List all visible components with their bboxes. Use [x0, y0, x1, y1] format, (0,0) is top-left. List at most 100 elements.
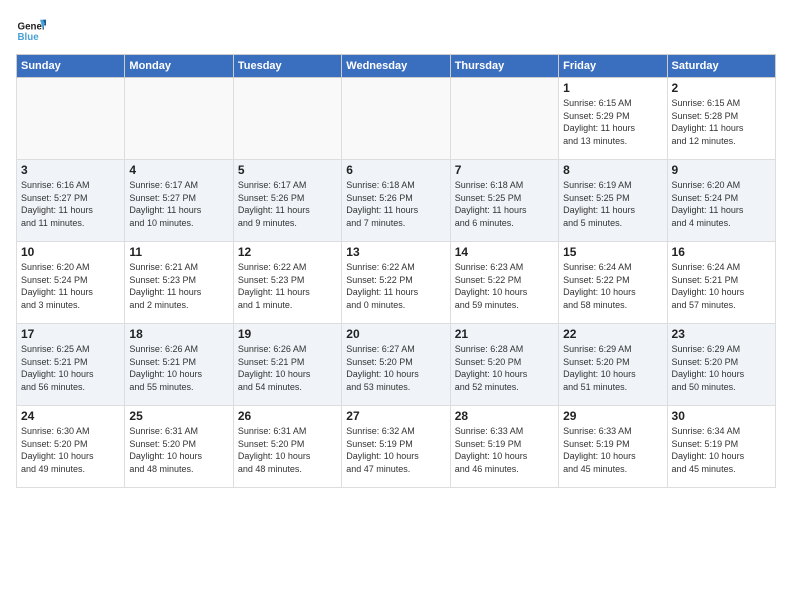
day-number: 1 [563, 81, 662, 95]
header: General Blue [16, 16, 776, 46]
day-cell-27: 27Sunrise: 6:32 AM Sunset: 5:19 PM Dayli… [342, 406, 450, 488]
day-number: 20 [346, 327, 445, 341]
day-info: Sunrise: 6:17 AM Sunset: 5:26 PM Dayligh… [238, 179, 337, 229]
day-cell-15: 15 Sunrise: 6:24 AM Sunset: 5:22 PM Dayli… [559, 242, 667, 324]
day-number: 22 [563, 327, 662, 341]
day-info: Sunrise: 6:20 AM Sunset: 5:24 PM Dayligh… [672, 179, 771, 229]
weekday-header-wednesday: Wednesday [342, 55, 450, 78]
svg-text:Blue: Blue [18, 32, 40, 43]
day-number: 13 [346, 245, 445, 259]
weekday-header-row: SundayMondayTuesdayWednesdayThursdayFrid… [17, 55, 776, 78]
day-cell-7: 7 Sunrise: 6:18 AM Sunset: 5:25 PM Daylig… [450, 160, 558, 242]
day-number: 27 [346, 409, 445, 423]
day-cell-9: 9 Sunrise: 6:20 AM Sunset: 5:24 PM Daylig… [667, 160, 775, 242]
weekday-header-saturday: Saturday [667, 55, 775, 78]
day-cell-11: 11 Sunrise: 6:21 AM Sunset: 5:23 PM Dayli… [125, 242, 233, 324]
day-info: Sunrise: 6:15 AM Sunset: 5:28 PM Dayligh… [672, 97, 771, 147]
day-number: 25 [129, 409, 228, 423]
weekday-header-sunday: Sunday [17, 55, 125, 78]
day-info: Sunrise: 6:28 AM Sunset: 5:20 PM Dayligh… [455, 343, 554, 393]
day-number: 14 [455, 245, 554, 259]
day-cell-17: 17Sunrise: 6:25 AM Sunset: 5:21 PM Dayli… [17, 324, 125, 406]
day-number: 5 [238, 163, 337, 177]
day-info: Sunrise: 6:22 AM Sunset: 5:23 PM Dayligh… [238, 261, 337, 311]
day-number: 16 [672, 245, 771, 259]
week-row-3: 10Sunrise: 6:20 AM Sunset: 5:24 PM Dayli… [17, 242, 776, 324]
day-info: Sunrise: 6:31 AM Sunset: 5:20 PM Dayligh… [129, 425, 228, 475]
empty-cell [125, 78, 233, 160]
day-number: 8 [563, 163, 662, 177]
day-cell-30: 30 Sunrise: 6:34 AM Sunset: 5:19 PM Dayli… [667, 406, 775, 488]
day-number: 17 [21, 327, 120, 341]
day-info: Sunrise: 6:33 AM Sunset: 5:19 PM Dayligh… [563, 425, 662, 475]
day-number: 21 [455, 327, 554, 341]
day-number: 4 [129, 163, 228, 177]
day-cell-10: 10Sunrise: 6:20 AM Sunset: 5:24 PM Dayli… [17, 242, 125, 324]
day-cell-5: 5 Sunrise: 6:17 AM Sunset: 5:26 PM Daylig… [233, 160, 341, 242]
day-number: 18 [129, 327, 228, 341]
day-number: 28 [455, 409, 554, 423]
day-info: Sunrise: 6:34 AM Sunset: 5:19 PM Dayligh… [672, 425, 771, 475]
day-number: 11 [129, 245, 228, 259]
day-cell-23: 23 Sunrise: 6:29 AM Sunset: 5:20 PM Dayli… [667, 324, 775, 406]
day-cell-1: 1 Sunrise: 6:15 AM Sunset: 5:29 PM Daylig… [559, 78, 667, 160]
week-row-4: 17Sunrise: 6:25 AM Sunset: 5:21 PM Dayli… [17, 324, 776, 406]
calendar-page: General Blue SundayMondayTuesdayWednesda… [0, 0, 792, 612]
day-cell-3: 3Sunrise: 6:16 AM Sunset: 5:27 PM Daylig… [17, 160, 125, 242]
empty-cell [342, 78, 450, 160]
day-cell-21: 21 Sunrise: 6:28 AM Sunset: 5:20 PM Dayli… [450, 324, 558, 406]
day-cell-19: 19 Sunrise: 6:26 AM Sunset: 5:21 PM Dayli… [233, 324, 341, 406]
day-cell-25: 25 Sunrise: 6:31 AM Sunset: 5:20 PM Dayli… [125, 406, 233, 488]
day-cell-2: 2 Sunrise: 6:15 AM Sunset: 5:28 PM Daylig… [667, 78, 775, 160]
week-row-5: 24 Sunrise: 6:30 AM Sunset: 5:20 PM Dayli… [17, 406, 776, 488]
weekday-header-thursday: Thursday [450, 55, 558, 78]
day-cell-22: 22 Sunrise: 6:29 AM Sunset: 5:20 PM Dayli… [559, 324, 667, 406]
day-info: Sunrise: 6:23 AM Sunset: 5:22 PM Dayligh… [455, 261, 554, 311]
day-number: 23 [672, 327, 771, 341]
day-info: Sunrise: 6:30 AM Sunset: 5:20 PM Dayligh… [21, 425, 120, 475]
logo: General Blue [16, 16, 46, 46]
day-number: 9 [672, 163, 771, 177]
day-info: Sunrise: 6:19 AM Sunset: 5:25 PM Dayligh… [563, 179, 662, 229]
weekday-header-tuesday: Tuesday [233, 55, 341, 78]
day-number: 12 [238, 245, 337, 259]
weekday-header-monday: Monday [125, 55, 233, 78]
day-info: Sunrise: 6:26 AM Sunset: 5:21 PM Dayligh… [129, 343, 228, 393]
day-cell-29: 29 Sunrise: 6:33 AM Sunset: 5:19 PM Dayli… [559, 406, 667, 488]
day-number: 19 [238, 327, 337, 341]
day-cell-28: 28Sunrise: 6:33 AM Sunset: 5:19 PM Dayli… [450, 406, 558, 488]
day-info: Sunrise: 6:24 AM Sunset: 5:21 PM Dayligh… [672, 261, 771, 311]
week-row-1: 1 Sunrise: 6:15 AM Sunset: 5:29 PM Daylig… [17, 78, 776, 160]
day-info: Sunrise: 6:15 AM Sunset: 5:29 PM Dayligh… [563, 97, 662, 147]
day-info: Sunrise: 6:18 AM Sunset: 5:26 PM Dayligh… [346, 179, 445, 229]
day-info: Sunrise: 6:24 AM Sunset: 5:22 PM Dayligh… [563, 261, 662, 311]
day-cell-8: 8 Sunrise: 6:19 AM Sunset: 5:25 PM Daylig… [559, 160, 667, 242]
day-number: 7 [455, 163, 554, 177]
logo-icon: General Blue [16, 16, 46, 46]
day-info: Sunrise: 6:29 AM Sunset: 5:20 PM Dayligh… [563, 343, 662, 393]
day-info: Sunrise: 6:20 AM Sunset: 5:24 PM Dayligh… [21, 261, 120, 311]
day-info: Sunrise: 6:26 AM Sunset: 5:21 PM Dayligh… [238, 343, 337, 393]
week-row-2: 3Sunrise: 6:16 AM Sunset: 5:27 PM Daylig… [17, 160, 776, 242]
day-cell-6: 6 Sunrise: 6:18 AM Sunset: 5:26 PM Daylig… [342, 160, 450, 242]
day-number: 24 [21, 409, 120, 423]
day-cell-18: 18 Sunrise: 6:26 AM Sunset: 5:21 PM Dayli… [125, 324, 233, 406]
day-info: Sunrise: 6:22 AM Sunset: 5:22 PM Dayligh… [346, 261, 445, 311]
day-info: Sunrise: 6:29 AM Sunset: 5:20 PM Dayligh… [672, 343, 771, 393]
empty-cell [17, 78, 125, 160]
day-number: 30 [672, 409, 771, 423]
day-cell-26: 26Sunrise: 6:31 AM Sunset: 5:20 PM Dayli… [233, 406, 341, 488]
empty-cell [233, 78, 341, 160]
empty-cell [450, 78, 558, 160]
day-cell-4: 4Sunrise: 6:17 AM Sunset: 5:27 PM Daylig… [125, 160, 233, 242]
day-info: Sunrise: 6:21 AM Sunset: 5:23 PM Dayligh… [129, 261, 228, 311]
day-number: 29 [563, 409, 662, 423]
day-info: Sunrise: 6:18 AM Sunset: 5:25 PM Dayligh… [455, 179, 554, 229]
day-number: 26 [238, 409, 337, 423]
day-cell-13: 13 Sunrise: 6:22 AM Sunset: 5:22 PM Dayli… [342, 242, 450, 324]
day-number: 2 [672, 81, 771, 95]
day-number: 3 [21, 163, 120, 177]
day-number: 15 [563, 245, 662, 259]
day-cell-14: 14 Sunrise: 6:23 AM Sunset: 5:22 PM Dayli… [450, 242, 558, 324]
day-number: 6 [346, 163, 445, 177]
